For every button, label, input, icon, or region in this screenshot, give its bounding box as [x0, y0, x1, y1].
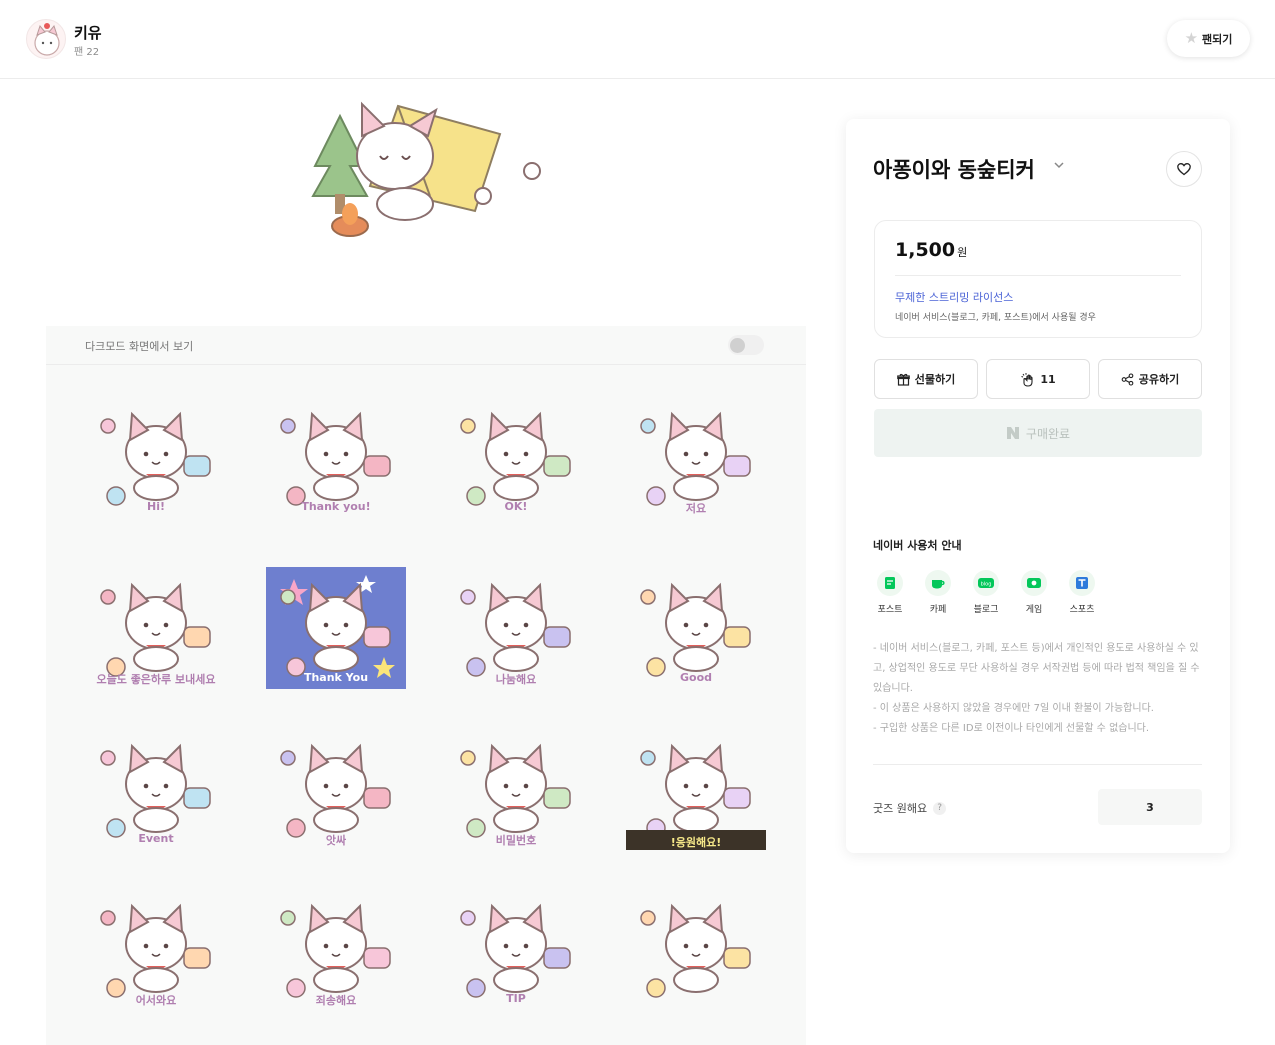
sticker-item[interactable]: !응원해요! [626, 728, 766, 850]
chevron-down-icon[interactable] [1053, 159, 1065, 171]
cafe-icon [925, 570, 951, 596]
sticker-text: Hi! [147, 500, 165, 513]
top-header: 키유 팬 22 ★ 팬되기 [0, 0, 1275, 79]
sticker-item[interactable]: 저요 [626, 396, 766, 518]
naver-n-icon [1006, 427, 1019, 439]
blog-icon: blog [973, 570, 999, 596]
sticker-preview-panel: 다크모드 화면에서 보기 Hi! Thank you! OK! 저요오늘도 좋은하루 … [46, 326, 806, 1045]
license-link[interactable]: 무제한 스트리밍 라이선스 [895, 289, 1013, 305]
product-title: 아퐁이와 동숲티커 [873, 158, 1035, 182]
sticker-text: 죄송해요 [315, 994, 357, 1007]
share-label: 공유하기 [1138, 373, 1180, 386]
sticker-item[interactable]: 나눔해요 [446, 567, 586, 689]
sticker-item[interactable]: Event [86, 728, 226, 850]
price-unit: 원 [957, 246, 968, 259]
sticker-text: Good [679, 671, 713, 684]
product-info-panel: 아퐁이와 동숲티커 1,500 원 무제한 스트리밍 라이선스 네이버 서비스(블… [846, 119, 1230, 853]
creator-avatar[interactable] [26, 19, 66, 59]
sticker-item[interactable]: 앗싸 [266, 728, 406, 850]
dark-mode-bar: 다크모드 화면에서 보기 [46, 326, 806, 365]
star-icon: ★ [1184, 29, 1199, 47]
help-icon[interactable]: ? [933, 801, 947, 815]
creator-name[interactable]: 키유 [74, 22, 102, 43]
sticker-item[interactable]: TIP [446, 888, 586, 1010]
sticker-text: Thank You [303, 671, 369, 684]
goods-label-text: 굿즈 원해요 [873, 802, 928, 815]
usage-item-post[interactable]: 포스트 [866, 570, 914, 615]
become-fan-button[interactable]: ★ 팬되기 [1167, 20, 1250, 57]
sticker-item[interactable] [626, 888, 766, 1010]
usage-item-blog[interactable]: blog 블로그 [962, 570, 1010, 615]
price: 1,500 원 [895, 239, 967, 261]
notice-text: - 네이버 서비스(블로그, 카페, 포스트 등)에서 개인적인 용도로 사용하… [873, 639, 1205, 739]
dark-mode-label: 다크모드 화면에서 보기 [85, 340, 194, 353]
purchase-label: 구매완료 [1025, 426, 1071, 441]
sticker-text: 저요 [685, 502, 707, 515]
usage-label: 포스트 [877, 605, 903, 615]
usage-label: 스포츠 [1069, 605, 1095, 615]
sticker-item[interactable]: 비밀번호 [446, 728, 586, 850]
sports-icon [1069, 570, 1095, 596]
sticker-item[interactable]: Thank You [266, 567, 406, 689]
usage-label: 블로그 [973, 605, 999, 615]
usage-label: 카페 [929, 605, 947, 615]
share-button[interactable]: 공유하기 [1098, 359, 1202, 399]
divider [873, 764, 1202, 765]
gift-button[interactable]: 선물하기 [874, 359, 978, 399]
goods-want-label: 굿즈 원해요 ? [873, 800, 947, 816]
license-description: 네이버 서비스(블로그, 카페, 포스트)에서 사용될 경우 [895, 313, 1096, 323]
main-sticker-image [310, 96, 546, 248]
like-button[interactable] [1166, 151, 1202, 187]
clap-button[interactable]: 11 [986, 359, 1090, 399]
usage-item-cafe[interactable]: 카페 [914, 570, 962, 615]
sticker-item[interactable]: Thank you! [266, 396, 406, 518]
become-fan-label: 팬되기 [1202, 32, 1233, 46]
svg-text:blog: blog [981, 582, 992, 588]
sticker-text: !응원해요! [670, 836, 722, 849]
divider [895, 275, 1181, 276]
sticker-text: Event [138, 832, 174, 845]
gift-label: 선물하기 [914, 373, 956, 386]
sticker-item[interactable]: Good [626, 567, 766, 689]
clap-icon [1021, 372, 1033, 387]
purchase-complete-button[interactable]: 구매완료 [874, 409, 1202, 457]
sticker-text: TIP [506, 992, 526, 1005]
sticker-text: OK! [504, 500, 528, 513]
sticker-item[interactable]: 죄송해요 [266, 888, 406, 1010]
usage-label: 게임 [1025, 605, 1043, 615]
usage-guide-title: 네이버 사용처 안내 [873, 539, 962, 552]
price-value: 1,500 [895, 239, 956, 261]
usage-item-sports[interactable]: 스포츠 [1058, 570, 1106, 615]
fan-count: 팬 22 [74, 47, 100, 58]
price-box: 1,500 원 무제한 스트리밍 라이선스 네이버 서비스(블로그, 카페, 포스… [874, 220, 1202, 338]
notice-line: - 네이버 서비스(블로그, 카페, 포스트 등)에서 개인적인 용도로 사용하… [873, 643, 1200, 694]
sticker-item[interactable]: Hi! [86, 396, 226, 518]
sticker-text: 오늘도 좋은하루 보내세요 [96, 673, 216, 686]
clap-count: 11 [1040, 372, 1056, 386]
game-icon [1021, 570, 1047, 596]
notice-line: - 구입한 상품은 다른 ID로 이전이나 타인에게 선물할 수 없습니다. [873, 723, 1150, 734]
sticker-item[interactable]: 어서와요 [86, 888, 226, 1010]
sticker-item[interactable]: 오늘도 좋은하루 보내세요 [86, 567, 226, 689]
dark-mode-toggle[interactable] [728, 335, 764, 355]
gift-icon [896, 373, 910, 386]
toggle-knob [730, 338, 745, 353]
sticker-text: Thank you! [301, 500, 371, 513]
post-icon [877, 570, 903, 596]
sticker-text: 어서와요 [135, 994, 177, 1007]
sticker-text: 앗싸 [325, 834, 347, 847]
sticker-text: 비밀번호 [495, 834, 537, 847]
usage-item-game[interactable]: 게임 [1010, 570, 1058, 615]
goods-want-count-button[interactable]: 3 [1098, 789, 1202, 825]
notice-line: - 이 상품은 사용하지 않았을 경우에만 7일 이내 환불이 가능합니다. [873, 703, 1154, 714]
sticker-item[interactable]: OK! [446, 396, 586, 518]
sticker-text: 나눔해요 [495, 673, 537, 686]
heart-icon [1177, 163, 1191, 176]
share-icon [1121, 372, 1134, 386]
